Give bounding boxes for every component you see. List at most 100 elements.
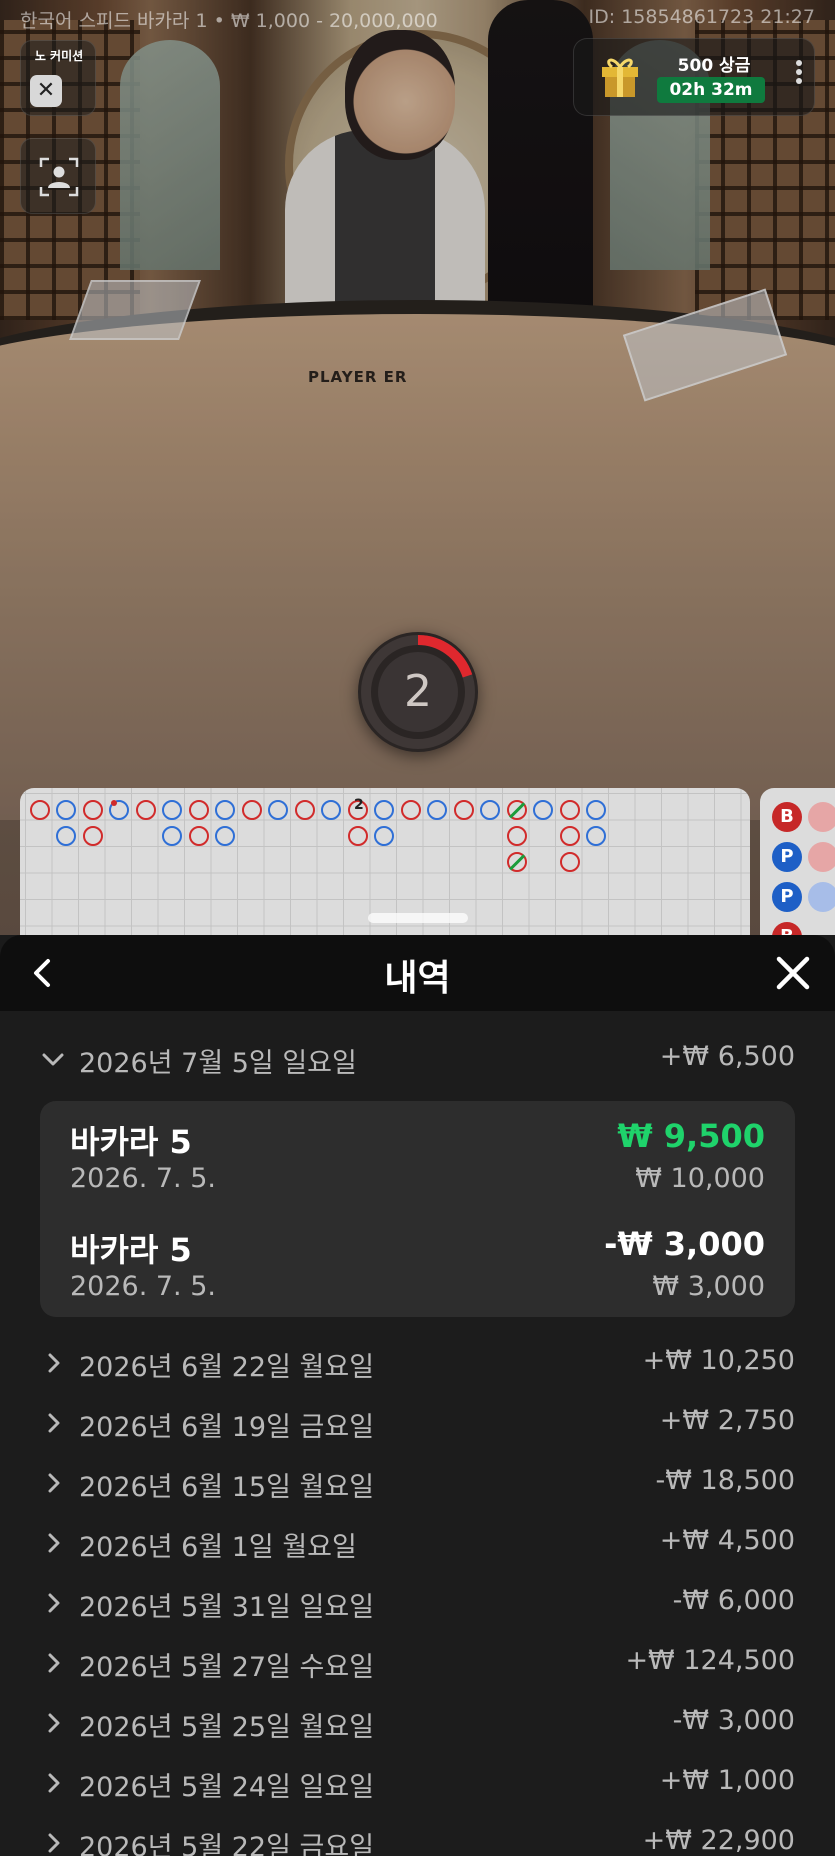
camera-view-button[interactable] <box>20 138 96 214</box>
close-button[interactable] <box>773 953 813 993</box>
day-date: 2026년 6월 22일 월요일 <box>79 1352 375 1383</box>
bead-road-roadmap[interactable]: B P P B <box>760 788 835 935</box>
roadmap-marker-banker <box>295 800 315 820</box>
day-total: +₩ 22,900 <box>642 1825 795 1856</box>
roadmap-marker-player <box>321 800 341 820</box>
roadmap-marker-player <box>56 800 76 820</box>
history-day-row[interactable]: 2026년 6월 1일 월요일 +₩ 4,500 <box>0 1513 835 1573</box>
chevron-right-icon <box>48 1833 60 1853</box>
day-total: +₩ 4,500 <box>659 1525 795 1556</box>
day-total: +₩ 2,750 <box>659 1405 795 1436</box>
roadmap-marker-banker <box>242 800 262 820</box>
bead-player: P <box>772 882 802 912</box>
day-date: 2026년 6월 1일 월요일 <box>79 1532 357 1563</box>
chevron-right-icon <box>48 1473 60 1493</box>
day-total: +₩ 124,500 <box>625 1645 795 1676</box>
day-total: +₩ 10,250 <box>642 1345 795 1376</box>
no-commission-toggle[interactable]: 노 커미션 ✕ <box>20 40 96 116</box>
roadmap-marker-player <box>56 826 76 846</box>
history-day-row[interactable]: 2026년 5월 25일 월요일 -₩ 3,000 <box>0 1693 835 1753</box>
day-date: 2026년 5월 22일 금요일 <box>79 1832 375 1856</box>
bet-entry[interactable]: 바카라 5 2026. 7. 5. -₩ 3,000 ₩ 3,000 <box>70 1217 765 1317</box>
history-day-row[interactable]: 2026년 5월 31일 일요일 -₩ 6,000 <box>0 1573 835 1633</box>
bead-banker-faded <box>808 842 835 872</box>
bet-countdown: 2 <box>358 632 478 752</box>
sheet-drag-handle[interactable] <box>368 913 468 923</box>
roadmap-marker-player <box>268 800 288 820</box>
bet-result: ₩ 9,500 <box>617 1117 765 1155</box>
person-focus-icon <box>39 157 79 197</box>
promo-widget[interactable]: 500 상금 02h 32m <box>573 38 815 116</box>
roadmap-marker-player <box>586 826 606 846</box>
table-title: 한국어 스피드 바카라 1 • ₩ 1,000 - 20,000,000 <box>20 10 438 32</box>
bead-banker: B <box>772 922 802 935</box>
more-options-icon[interactable] <box>794 57 804 87</box>
roadmap-marker-banker <box>83 800 103 820</box>
gift-icon <box>602 58 638 97</box>
bet-entry[interactable]: 바카라 5 2026. 7. 5. ₩ 9,500 ₩ 10,000 <box>70 1109 765 1209</box>
chevron-right-icon <box>48 1353 60 1373</box>
bead-player: P <box>772 842 802 872</box>
no-commission-label: 노 커미션 <box>34 49 84 63</box>
round-id: ID: 15854861723 21:27 <box>588 6 815 28</box>
live-video: PLAYER ER 한국어 스피드 바카라 1 • ₩ 1,000 - 20,0… <box>0 0 835 935</box>
bet-stake: ₩ 3,000 <box>652 1271 765 1302</box>
roadmap-marker-banker-tie <box>507 800 527 820</box>
roadmap-marker-player <box>374 826 394 846</box>
roadmap-marker-player <box>215 800 235 820</box>
bead-banker-faded <box>808 802 835 832</box>
bet-date: 2026. 7. 5. <box>70 1163 216 1194</box>
countdown-number: 2 <box>378 652 458 732</box>
chevron-right-icon <box>48 1713 60 1733</box>
roadmap-marker-banker <box>560 800 580 820</box>
day-total: +₩ 6,500 <box>659 1041 795 1072</box>
chevron-right-icon <box>48 1773 60 1793</box>
history-day-expanded[interactable]: 2026년 7월 5일 일요일 +₩ 6,500 <box>0 1011 835 1101</box>
history-days: 2026년 6월 22일 월요일 +₩ 10,250 2026년 6월 19일 금요… <box>0 1333 835 1856</box>
day-date: 2026년 6월 19일 금요일 <box>79 1412 375 1443</box>
roadmap-tie-count: 2 <box>354 797 364 813</box>
history-sheet: 내역 2026년 7월 5일 일요일 +₩ 6,500 바카라 5 2026. … <box>0 935 835 1856</box>
roadmap-marker-player <box>427 800 447 820</box>
roadmap-marker-player <box>215 826 235 846</box>
roadmap-marker-player <box>162 800 182 820</box>
day-total: -₩ 18,500 <box>655 1465 796 1496</box>
day-date: 2026년 5월 25일 월요일 <box>79 1712 375 1743</box>
roadmap-marker-player <box>480 800 500 820</box>
bead-player-faded <box>808 882 835 912</box>
chevron-right-icon <box>48 1653 60 1673</box>
bet-game-name: 바카라 5 <box>70 1123 192 1161</box>
close-icon: ✕ <box>30 75 62 107</box>
bet-result: -₩ 3,000 <box>604 1225 765 1263</box>
history-day-row[interactable]: 2026년 5월 27일 수요일 +₩ 124,500 <box>0 1633 835 1693</box>
roadmap-marker-player <box>586 800 606 820</box>
roadmap-marker-player <box>374 800 394 820</box>
promo-timer: 02h 32m <box>657 77 765 103</box>
day-total: -₩ 3,000 <box>672 1705 795 1736</box>
roadmap-marker-banker <box>83 826 103 846</box>
roadmap-marker-banker <box>454 800 474 820</box>
bet-date: 2026. 7. 5. <box>70 1271 216 1302</box>
history-day-row[interactable]: 2026년 5월 22일 금요일 +₩ 22,900 <box>0 1813 835 1856</box>
day-date: 2026년 7월 5일 일요일 <box>79 1048 357 1079</box>
bet-game-name: 바카라 5 <box>70 1231 192 1269</box>
history-day-row[interactable]: 2026년 6월 22일 월요일 +₩ 10,250 <box>0 1333 835 1393</box>
history-day-row[interactable]: 2026년 5월 24일 일요일 +₩ 1,000 <box>0 1753 835 1813</box>
chevron-right-icon <box>48 1533 60 1553</box>
history-day-row[interactable]: 2026년 6월 15일 월요일 -₩ 18,500 <box>0 1453 835 1513</box>
roadmap-marker-banker <box>560 826 580 846</box>
day-date: 2026년 5월 24일 일요일 <box>79 1772 375 1803</box>
roadmap-marker-banker-tie <box>507 852 527 872</box>
promo-prize: 500 상금 <box>677 56 751 76</box>
roadmap-pair-dot <box>111 800 117 806</box>
history-title: 내역 <box>384 958 451 999</box>
roadmap-marker-banker <box>507 826 527 846</box>
day-date: 2026년 6월 15일 월요일 <box>79 1472 375 1503</box>
roadmap-marker-player <box>162 826 182 846</box>
close-icon <box>776 956 810 990</box>
roadmap-marker-banker <box>348 826 368 846</box>
day-date: 2026년 5월 31일 일요일 <box>79 1592 375 1623</box>
history-day-row[interactable]: 2026년 6월 19일 금요일 +₩ 2,750 <box>0 1393 835 1453</box>
chevron-right-icon <box>48 1413 60 1433</box>
history-list: 2026년 7월 5일 일요일 +₩ 6,500 바카라 5 2026. 7. … <box>0 1011 835 1856</box>
